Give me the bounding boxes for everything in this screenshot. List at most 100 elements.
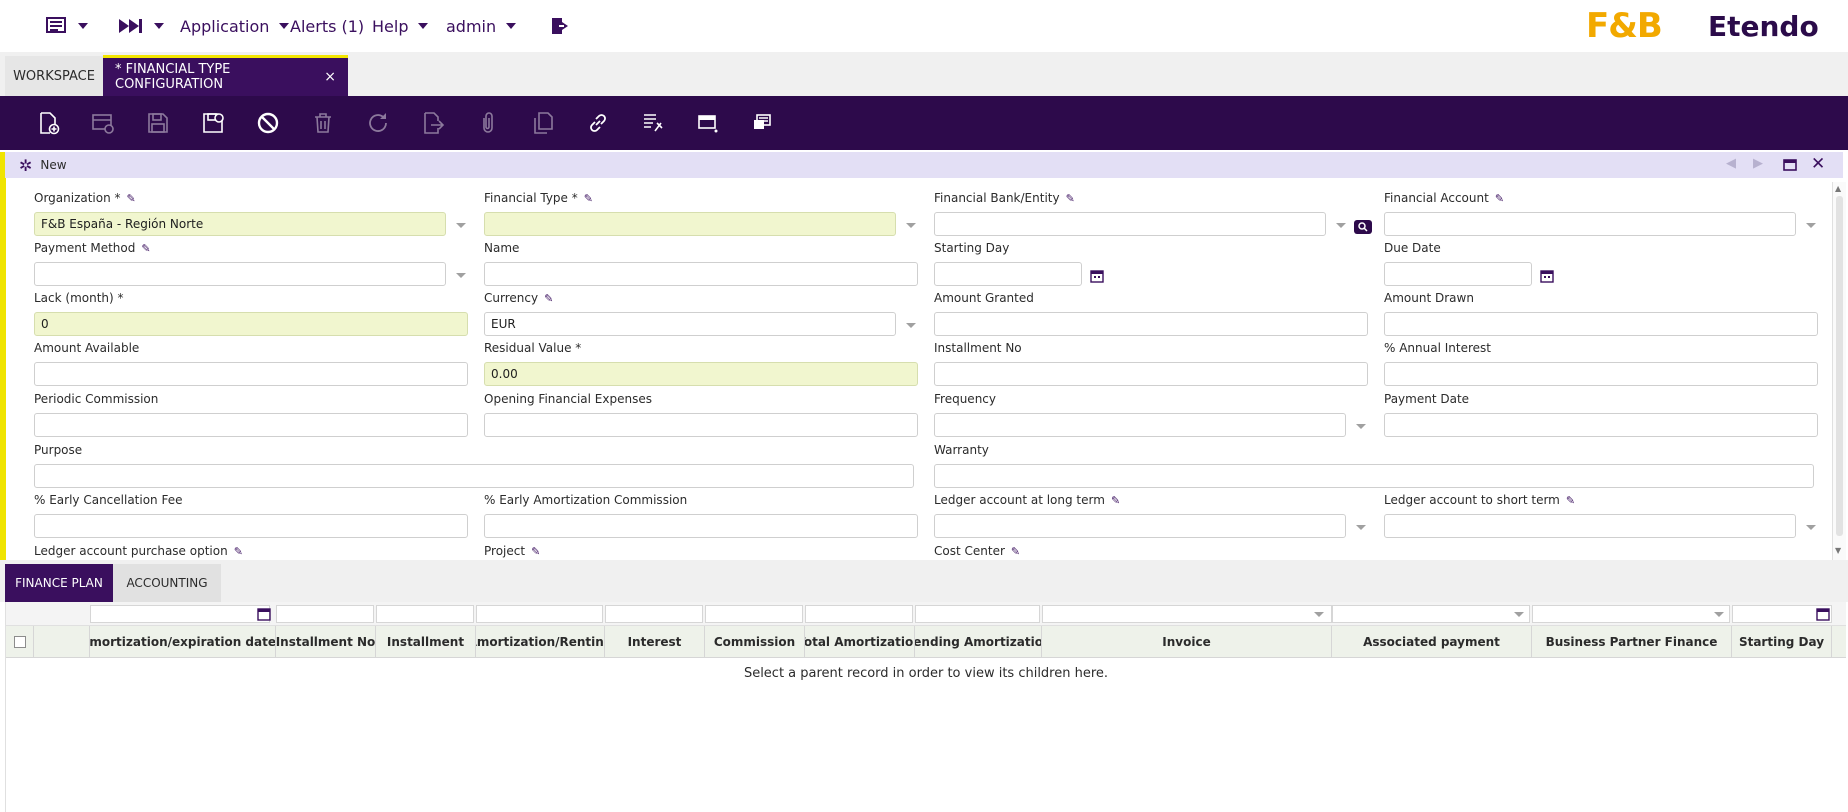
refresh-button[interactable] bbox=[363, 108, 393, 138]
column-header-associated-payment[interactable]: Associated payment bbox=[1332, 626, 1532, 658]
tab-workspace[interactable]: WORKSPACE bbox=[5, 56, 103, 96]
chevron-down-icon[interactable] bbox=[1336, 223, 1346, 228]
chevron-down-icon[interactable] bbox=[1356, 424, 1366, 429]
close-form-icon[interactable]: ✕ bbox=[1811, 154, 1825, 174]
column-header-total-amortization[interactable]: Total Amortization bbox=[805, 626, 915, 658]
tab-accounting[interactable]: ACCOUNTING bbox=[113, 564, 221, 602]
organization-input[interactable]: F&B España - Región Norte bbox=[34, 212, 446, 236]
chevron-down-icon[interactable] bbox=[906, 323, 916, 328]
new-row-button[interactable] bbox=[88, 108, 118, 138]
link-pencil-icon[interactable]: ✎ bbox=[584, 192, 593, 205]
link-pencil-icon[interactable]: ✎ bbox=[127, 192, 136, 205]
filter-installment-no[interactable] bbox=[276, 605, 374, 623]
column-header-amortization-date[interactable]: Amortization/expiration date ▲ bbox=[90, 626, 276, 658]
column-header-installment[interactable]: Installment bbox=[376, 626, 476, 658]
due-date-input[interactable] bbox=[1384, 262, 1532, 286]
column-header-starting-day[interactable]: Starting Day bbox=[1732, 626, 1832, 658]
financial-bank-input[interactable] bbox=[934, 212, 1326, 236]
filter-invoice[interactable] bbox=[1042, 605, 1332, 623]
link-pencil-icon[interactable]: ✎ bbox=[1495, 192, 1504, 205]
financial-type-input[interactable] bbox=[484, 212, 896, 236]
chevron-down-icon[interactable] bbox=[1514, 612, 1524, 617]
frequency-input[interactable] bbox=[934, 413, 1346, 437]
column-header-pending-amortization[interactable]: Pending Amortization bbox=[915, 626, 1042, 658]
periodic-commission-input[interactable] bbox=[34, 413, 468, 437]
filter-amortization-date[interactable] bbox=[90, 605, 270, 623]
filter-commission[interactable] bbox=[705, 605, 803, 623]
purpose-input[interactable] bbox=[34, 464, 914, 488]
calendar-icon[interactable] bbox=[1090, 269, 1104, 283]
residual-value-input[interactable]: 0.00 bbox=[484, 362, 918, 386]
tab-financial-type-configuration[interactable]: * FINANCIAL TYPE CONFIGURATION × bbox=[103, 55, 348, 96]
chevron-down-icon[interactable] bbox=[1806, 525, 1816, 530]
filter-business-partner[interactable] bbox=[1532, 605, 1730, 623]
installment-no-input[interactable] bbox=[934, 362, 1368, 386]
chevron-down-icon[interactable] bbox=[456, 273, 466, 278]
chevron-down-icon[interactable] bbox=[1356, 525, 1366, 530]
export-button[interactable] bbox=[418, 108, 448, 138]
save-button[interactable] bbox=[143, 108, 173, 138]
link-pencil-icon[interactable]: ✎ bbox=[1066, 192, 1075, 205]
quick-launch-button[interactable] bbox=[118, 0, 164, 52]
application-menu[interactable]: Application bbox=[180, 0, 290, 52]
column-header-business-partner-finance[interactable]: Business Partner Finance bbox=[1532, 626, 1732, 658]
link-pencil-icon[interactable]: ✎ bbox=[544, 292, 553, 305]
application-menu-button[interactable] bbox=[46, 0, 88, 52]
scroll-down-icon[interactable]: ▼ bbox=[1835, 546, 1841, 555]
early-cancel-fee-input[interactable] bbox=[34, 514, 468, 538]
select-all-checkbox[interactable] bbox=[13, 636, 26, 648]
close-icon[interactable]: × bbox=[324, 69, 336, 85]
column-header-commission[interactable]: Commission bbox=[705, 626, 805, 658]
annual-interest-input[interactable] bbox=[1384, 362, 1818, 386]
payment-method-input[interactable] bbox=[34, 262, 446, 286]
column-header-installment-no[interactable]: Installment No bbox=[276, 626, 376, 658]
calendar-icon[interactable] bbox=[1816, 607, 1830, 621]
link-pencil-icon[interactable]: ✎ bbox=[1566, 494, 1575, 507]
new-document-button[interactable] bbox=[33, 108, 63, 138]
chevron-down-icon[interactable] bbox=[906, 223, 916, 228]
scroll-up-icon[interactable]: ▲ bbox=[1835, 184, 1841, 193]
lack-month-input[interactable]: 0 bbox=[34, 312, 468, 336]
name-input[interactable] bbox=[484, 262, 918, 286]
amount-granted-input[interactable] bbox=[934, 312, 1368, 336]
delete-button[interactable] bbox=[308, 108, 338, 138]
ledger-long-input[interactable] bbox=[934, 514, 1346, 538]
link-pencil-icon[interactable]: ✎ bbox=[1111, 494, 1120, 507]
scrollbar-thumb[interactable] bbox=[1836, 196, 1843, 536]
undo-button[interactable] bbox=[253, 108, 283, 138]
form-scrollbar[interactable]: ▲ ▼ bbox=[1832, 182, 1846, 560]
filter-interest[interactable] bbox=[605, 605, 703, 623]
next-record-icon[interactable]: ▶ bbox=[1753, 156, 1763, 171]
link-pencil-icon[interactable]: ✎ bbox=[531, 545, 540, 558]
chevron-down-icon[interactable] bbox=[456, 223, 466, 228]
clone-button[interactable] bbox=[528, 108, 558, 138]
column-header-amortization-renting[interactable]: Amortization/Renting bbox=[476, 626, 605, 658]
help-menu[interactable]: Help bbox=[372, 0, 429, 52]
warranty-input[interactable] bbox=[934, 464, 1814, 488]
alerts-link[interactable]: Alerts (1) bbox=[290, 0, 364, 52]
maximize-icon[interactable] bbox=[1783, 159, 1797, 171]
filter-associated-payment[interactable] bbox=[1332, 605, 1530, 623]
calendar-icon[interactable] bbox=[257, 607, 271, 621]
logout-button[interactable] bbox=[550, 0, 570, 52]
filter-total-amortization[interactable] bbox=[805, 605, 913, 623]
filter-installment[interactable] bbox=[376, 605, 474, 623]
financial-account-input[interactable] bbox=[1384, 212, 1796, 236]
grid-view-button[interactable] bbox=[693, 108, 723, 138]
print-button[interactable] bbox=[748, 108, 778, 138]
chevron-down-icon[interactable] bbox=[1806, 223, 1816, 228]
starting-day-input[interactable] bbox=[934, 262, 1082, 286]
column-header-interest[interactable]: Interest bbox=[605, 626, 705, 658]
ledger-short-input[interactable] bbox=[1384, 514, 1796, 538]
attachment-button[interactable] bbox=[473, 108, 503, 138]
early-amort-commission-input[interactable] bbox=[484, 514, 918, 538]
chevron-down-icon[interactable] bbox=[1314, 612, 1324, 617]
filter-amortization-renting[interactable] bbox=[476, 605, 603, 623]
audit-button[interactable] bbox=[638, 108, 668, 138]
link-pencil-icon[interactable]: ✎ bbox=[234, 545, 243, 558]
column-header-invoice[interactable]: Invoice bbox=[1042, 626, 1332, 658]
payment-date-input[interactable] bbox=[1384, 413, 1818, 437]
amount-drawn-input[interactable] bbox=[1384, 312, 1818, 336]
previous-record-icon[interactable]: ◀ bbox=[1726, 156, 1736, 171]
save-close-button[interactable] bbox=[198, 108, 228, 138]
